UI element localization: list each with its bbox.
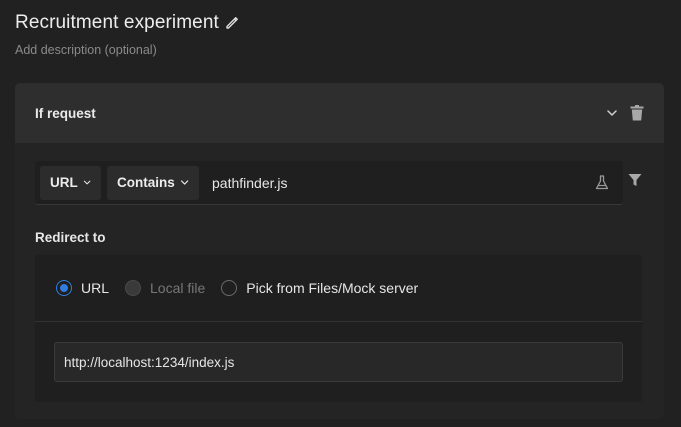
chevron-down-icon[interactable] bbox=[606, 107, 618, 119]
url-pattern-input[interactable]: pathfinder.js bbox=[204, 166, 585, 200]
radio-label-local-file: Local file bbox=[150, 280, 206, 296]
card-body: URL Contains pathfinder.js Redirect to U… bbox=[15, 143, 664, 419]
destination-url-input[interactable]: http://localhost:1234/index.js bbox=[54, 342, 623, 382]
chevron-down-icon bbox=[180, 180, 189, 185]
redirect-label: Redirect to bbox=[35, 230, 106, 245]
pencil-icon[interactable] bbox=[225, 16, 239, 30]
filter-icon[interactable] bbox=[628, 173, 642, 187]
card-header: If request bbox=[15, 83, 664, 143]
flask-icon[interactable] bbox=[585, 166, 619, 200]
redirect-panel: URL Local file Pick from Files/Mock serv… bbox=[35, 255, 642, 402]
header-actions bbox=[606, 105, 644, 121]
chevron-down-icon bbox=[83, 180, 91, 185]
source-type-value: URL bbox=[50, 175, 78, 190]
radio-option-mock-server[interactable]: Pick from Files/Mock server bbox=[221, 280, 418, 296]
radio-label-url: URL bbox=[81, 280, 110, 296]
operator-value: Contains bbox=[117, 175, 175, 190]
radio-option-local-file: Local file bbox=[125, 280, 205, 296]
condition-row: URL Contains pathfinder.js bbox=[35, 161, 623, 205]
radio-option-url[interactable]: URL bbox=[56, 280, 109, 296]
radio-mock-server[interactable] bbox=[221, 280, 238, 296]
radio-url[interactable] bbox=[56, 280, 72, 296]
card-header-title: If request bbox=[35, 105, 96, 121]
radio-label-mock-server: Pick from Files/Mock server bbox=[246, 280, 419, 296]
operator-select[interactable]: Contains bbox=[107, 165, 199, 200]
trash-icon[interactable] bbox=[630, 105, 644, 121]
rule-editor-page: Recruitment experiment Add description (… bbox=[0, 0, 681, 427]
rule-title[interactable]: Recruitment experiment bbox=[15, 12, 219, 34]
title-row: Recruitment experiment bbox=[15, 12, 239, 34]
rule-pair-card: If request URL Contains pathfinder.js Re… bbox=[15, 83, 664, 419]
destination-type-radios: URL Local file Pick from Files/Mock serv… bbox=[35, 255, 642, 322]
description-field[interactable]: Add description (optional) bbox=[15, 43, 157, 57]
source-type-select[interactable]: URL bbox=[40, 165, 101, 200]
radio-local-file bbox=[125, 280, 142, 296]
